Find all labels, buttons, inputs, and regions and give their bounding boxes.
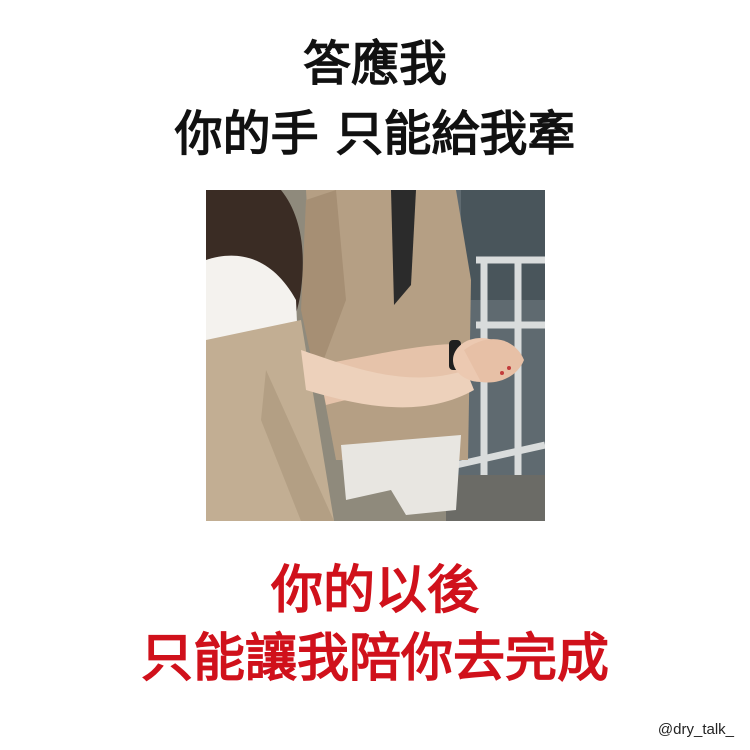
caption-line-1: 你的以後 [270, 561, 479, 621]
caption-line-2: 只能讓我陪你去完成 [140, 629, 609, 689]
couple-holding-hands-photo [206, 190, 545, 521]
watermark-handle: @dry_talk_ [657, 721, 734, 738]
headline-line-2: 你的手 只能給我牽 [174, 106, 576, 162]
headline-line-1: 答應我 [302, 36, 447, 92]
